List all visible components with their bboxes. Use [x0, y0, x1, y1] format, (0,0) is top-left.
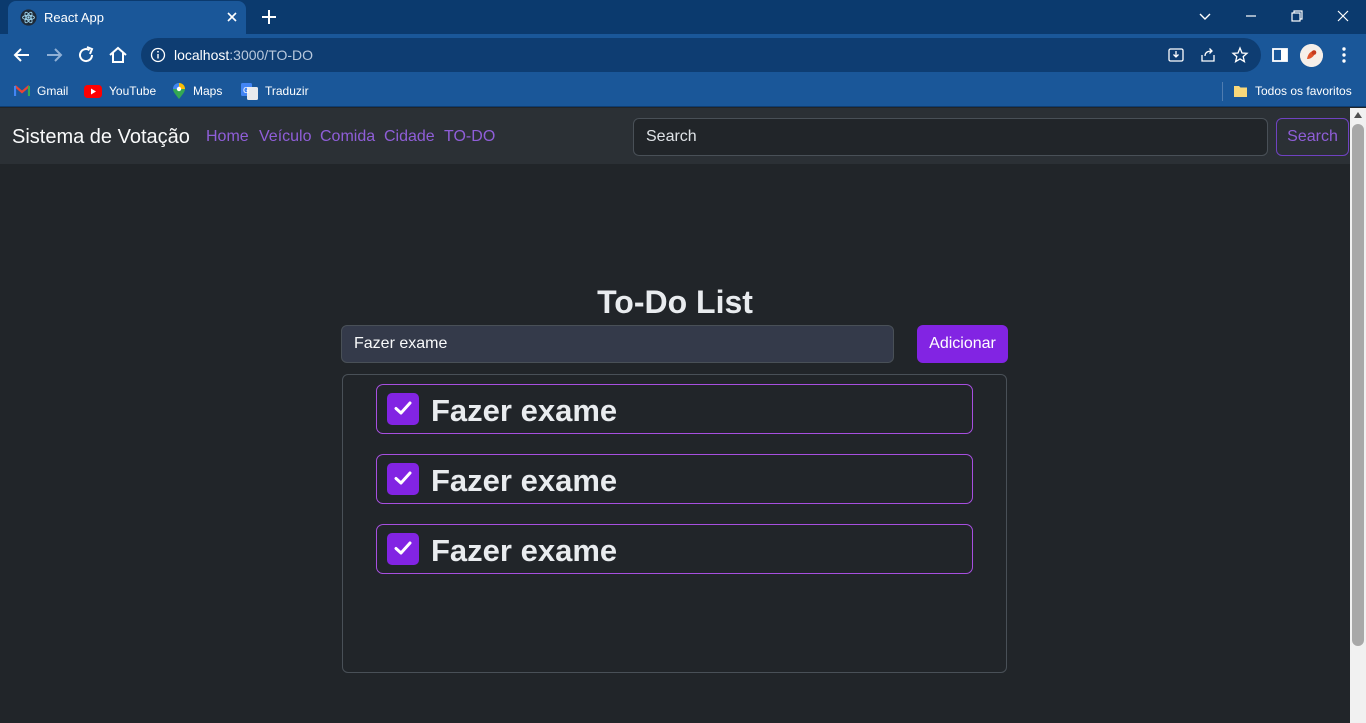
- search-input[interactable]: [633, 118, 1268, 156]
- checkmark-icon: [394, 471, 412, 485]
- bookmark-gmail[interactable]: Gmail: [14, 82, 68, 100]
- top-navbar: Sistema de Votação Home Veículo Comida C…: [0, 108, 1350, 164]
- bookmark-traduzir[interactable]: G Traduzir: [241, 82, 309, 100]
- bookmarks-bar: Gmail YouTube Maps G Traduzir Todos os f…: [0, 76, 1366, 107]
- bookmark-maps[interactable]: Maps: [172, 82, 222, 100]
- bookmark-label: Maps: [193, 84, 223, 98]
- address-bar[interactable]: localhost:3000/TO-DO: [141, 38, 1261, 72]
- todo-checkbox[interactable]: [387, 393, 419, 425]
- svg-text:G: G: [243, 86, 249, 95]
- tab-title: React App: [44, 10, 104, 25]
- scroll-up-arrow-icon[interactable]: [1354, 112, 1362, 118]
- page-title: To-Do List: [597, 284, 753, 320]
- todo-item-text: Fazer exame: [431, 463, 618, 498]
- checkmark-icon: [394, 401, 412, 415]
- scrollbar-thumb[interactable]: [1352, 124, 1364, 646]
- maps-icon: [173, 82, 185, 99]
- todo-item[interactable]: Fazer exame: [376, 384, 973, 434]
- nav-link-comida[interactable]: Comida: [320, 128, 375, 146]
- folder-icon: [1234, 86, 1247, 97]
- side-panel-icon[interactable]: [1270, 45, 1290, 65]
- profile-image-icon: [1300, 44, 1323, 67]
- kebab-menu-icon[interactable]: [1334, 45, 1354, 65]
- todo-checkbox[interactable]: [387, 463, 419, 495]
- youtube-icon: [84, 84, 102, 98]
- navbar-brand[interactable]: Sistema de Votação: [12, 126, 190, 149]
- close-window-icon[interactable]: [1334, 7, 1352, 25]
- url-host: localhost: [174, 47, 230, 63]
- todo-input[interactable]: [341, 325, 894, 363]
- tab-search-chevron-icon[interactable]: [1196, 7, 1214, 25]
- translate-icon: G: [241, 82, 258, 100]
- reload-icon[interactable]: [75, 44, 97, 66]
- bookmarks-divider: [1222, 82, 1223, 101]
- url-path: :3000/TO-DO: [229, 47, 314, 63]
- checkmark-icon: [394, 541, 412, 555]
- home-icon[interactable]: [107, 44, 129, 66]
- forward-icon[interactable]: [43, 44, 65, 66]
- todo-item[interactable]: Fazer exame: [376, 524, 973, 574]
- page-scrollbar[interactable]: [1350, 108, 1366, 723]
- nav-link-home[interactable]: Home: [206, 128, 249, 146]
- bookmark-star-icon[interactable]: [1231, 46, 1249, 64]
- add-button[interactable]: Adicionar: [917, 325, 1008, 363]
- nav-link-todo[interactable]: TO-DO: [444, 128, 495, 146]
- url-text: localhost:3000/TO-DO: [174, 47, 313, 63]
- page-viewport: Sistema de Votação Home Veículo Comida C…: [0, 108, 1350, 723]
- nav-link-cidade[interactable]: Cidade: [384, 128, 435, 146]
- bookmark-all-favorites[interactable]: Todos os favoritos: [1233, 82, 1352, 100]
- react-icon: [20, 9, 37, 26]
- site-info-icon[interactable]: [150, 47, 166, 63]
- close-tab-icon[interactable]: [224, 9, 240, 25]
- todo-checkbox[interactable]: [387, 533, 419, 565]
- new-tab-icon[interactable]: [260, 8, 278, 26]
- nav-link-veiculo[interactable]: Veículo: [259, 128, 311, 146]
- todo-item-text: Fazer exame: [431, 533, 618, 568]
- browser-tab-strip: React App: [0, 0, 1366, 34]
- bookmark-label: Todos os favoritos: [1255, 84, 1352, 98]
- share-icon[interactable]: [1199, 46, 1217, 64]
- gmail-icon: [14, 85, 30, 96]
- back-icon[interactable]: [11, 44, 33, 66]
- profile-avatar[interactable]: [1300, 44, 1323, 67]
- bookmark-youtube[interactable]: YouTube: [84, 82, 156, 100]
- minimize-icon[interactable]: [1242, 7, 1260, 25]
- browser-toolbar: localhost:3000/TO-DO: [0, 34, 1366, 76]
- search-button[interactable]: Search: [1276, 118, 1349, 156]
- bookmark-label: Traduzir: [265, 84, 309, 98]
- todo-item-text: Fazer exame: [431, 393, 618, 428]
- browser-tab[interactable]: React App: [8, 1, 246, 34]
- install-app-icon[interactable]: [1167, 46, 1185, 64]
- bookmark-label: Gmail: [37, 84, 69, 98]
- bookmark-label: YouTube: [109, 84, 157, 98]
- todo-list: Fazer exame Fazer exame Fazer exame: [342, 374, 1007, 673]
- restore-icon[interactable]: [1288, 7, 1306, 25]
- todo-item[interactable]: Fazer exame: [376, 454, 973, 504]
